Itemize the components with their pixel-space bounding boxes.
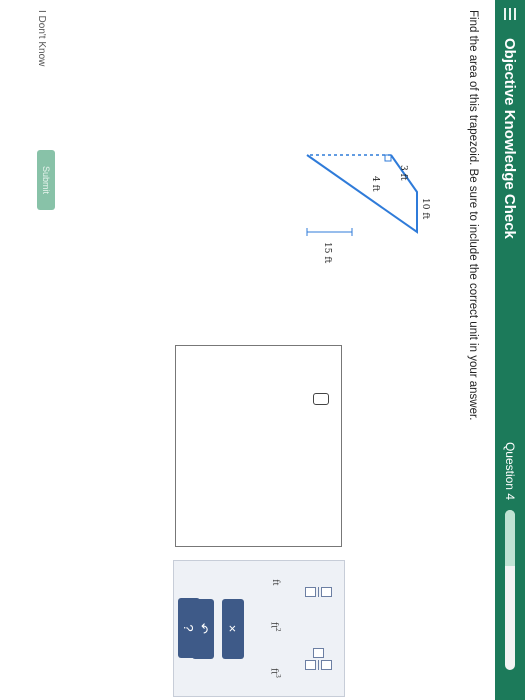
unit-ft-button[interactable]: ft (270, 579, 281, 585)
fraction-icon[interactable] (305, 586, 332, 597)
mixed-number-icon[interactable] (305, 648, 332, 671)
label-bottom-segment: 4 ft (370, 176, 380, 192)
right-angle-marker (384, 154, 392, 162)
toolbar-row-templates (305, 561, 332, 696)
label-top: 10 ft (420, 198, 430, 220)
question-prompt: Find the area of this trapezoid. Be sure… (467, 10, 479, 421)
app-window: Objective Knowledge Check Question 4 Fin… (0, 0, 525, 700)
toolbar-row-units: ft ft2 ft3 (269, 561, 282, 696)
label-height: 15 ft (322, 242, 332, 264)
question-number: Question 4 (503, 441, 517, 500)
math-toolbar: ft ft2 ft3 × ↶ ? (173, 560, 345, 697)
dont-know-link[interactable]: I Don't Know (36, 10, 47, 66)
unit-ft3-button[interactable]: ft3 (269, 668, 282, 678)
progress-fill (505, 510, 515, 566)
page-title: Objective Knowledge Check (501, 38, 519, 239)
submit-button[interactable]: Submit (37, 150, 55, 210)
top-bar: Objective Knowledge Check Question 4 (495, 0, 525, 700)
progress-bar (505, 510, 515, 670)
answer-input[interactable] (175, 345, 342, 547)
unit-ft2-button[interactable]: ft2 (269, 622, 282, 632)
input-cursor (313, 393, 329, 405)
trapezoid-diagram: 10 ft 3 ft 4 ft 15 ft (306, 154, 430, 264)
label-side: 3 ft (398, 165, 408, 181)
help-button[interactable]: ? (178, 598, 200, 658)
trapezoid-figure: 10 ft 3 ft 4 ft 15 ft (297, 150, 447, 310)
clear-button[interactable]: × (222, 598, 244, 659)
menu-icon[interactable] (495, 8, 525, 30)
